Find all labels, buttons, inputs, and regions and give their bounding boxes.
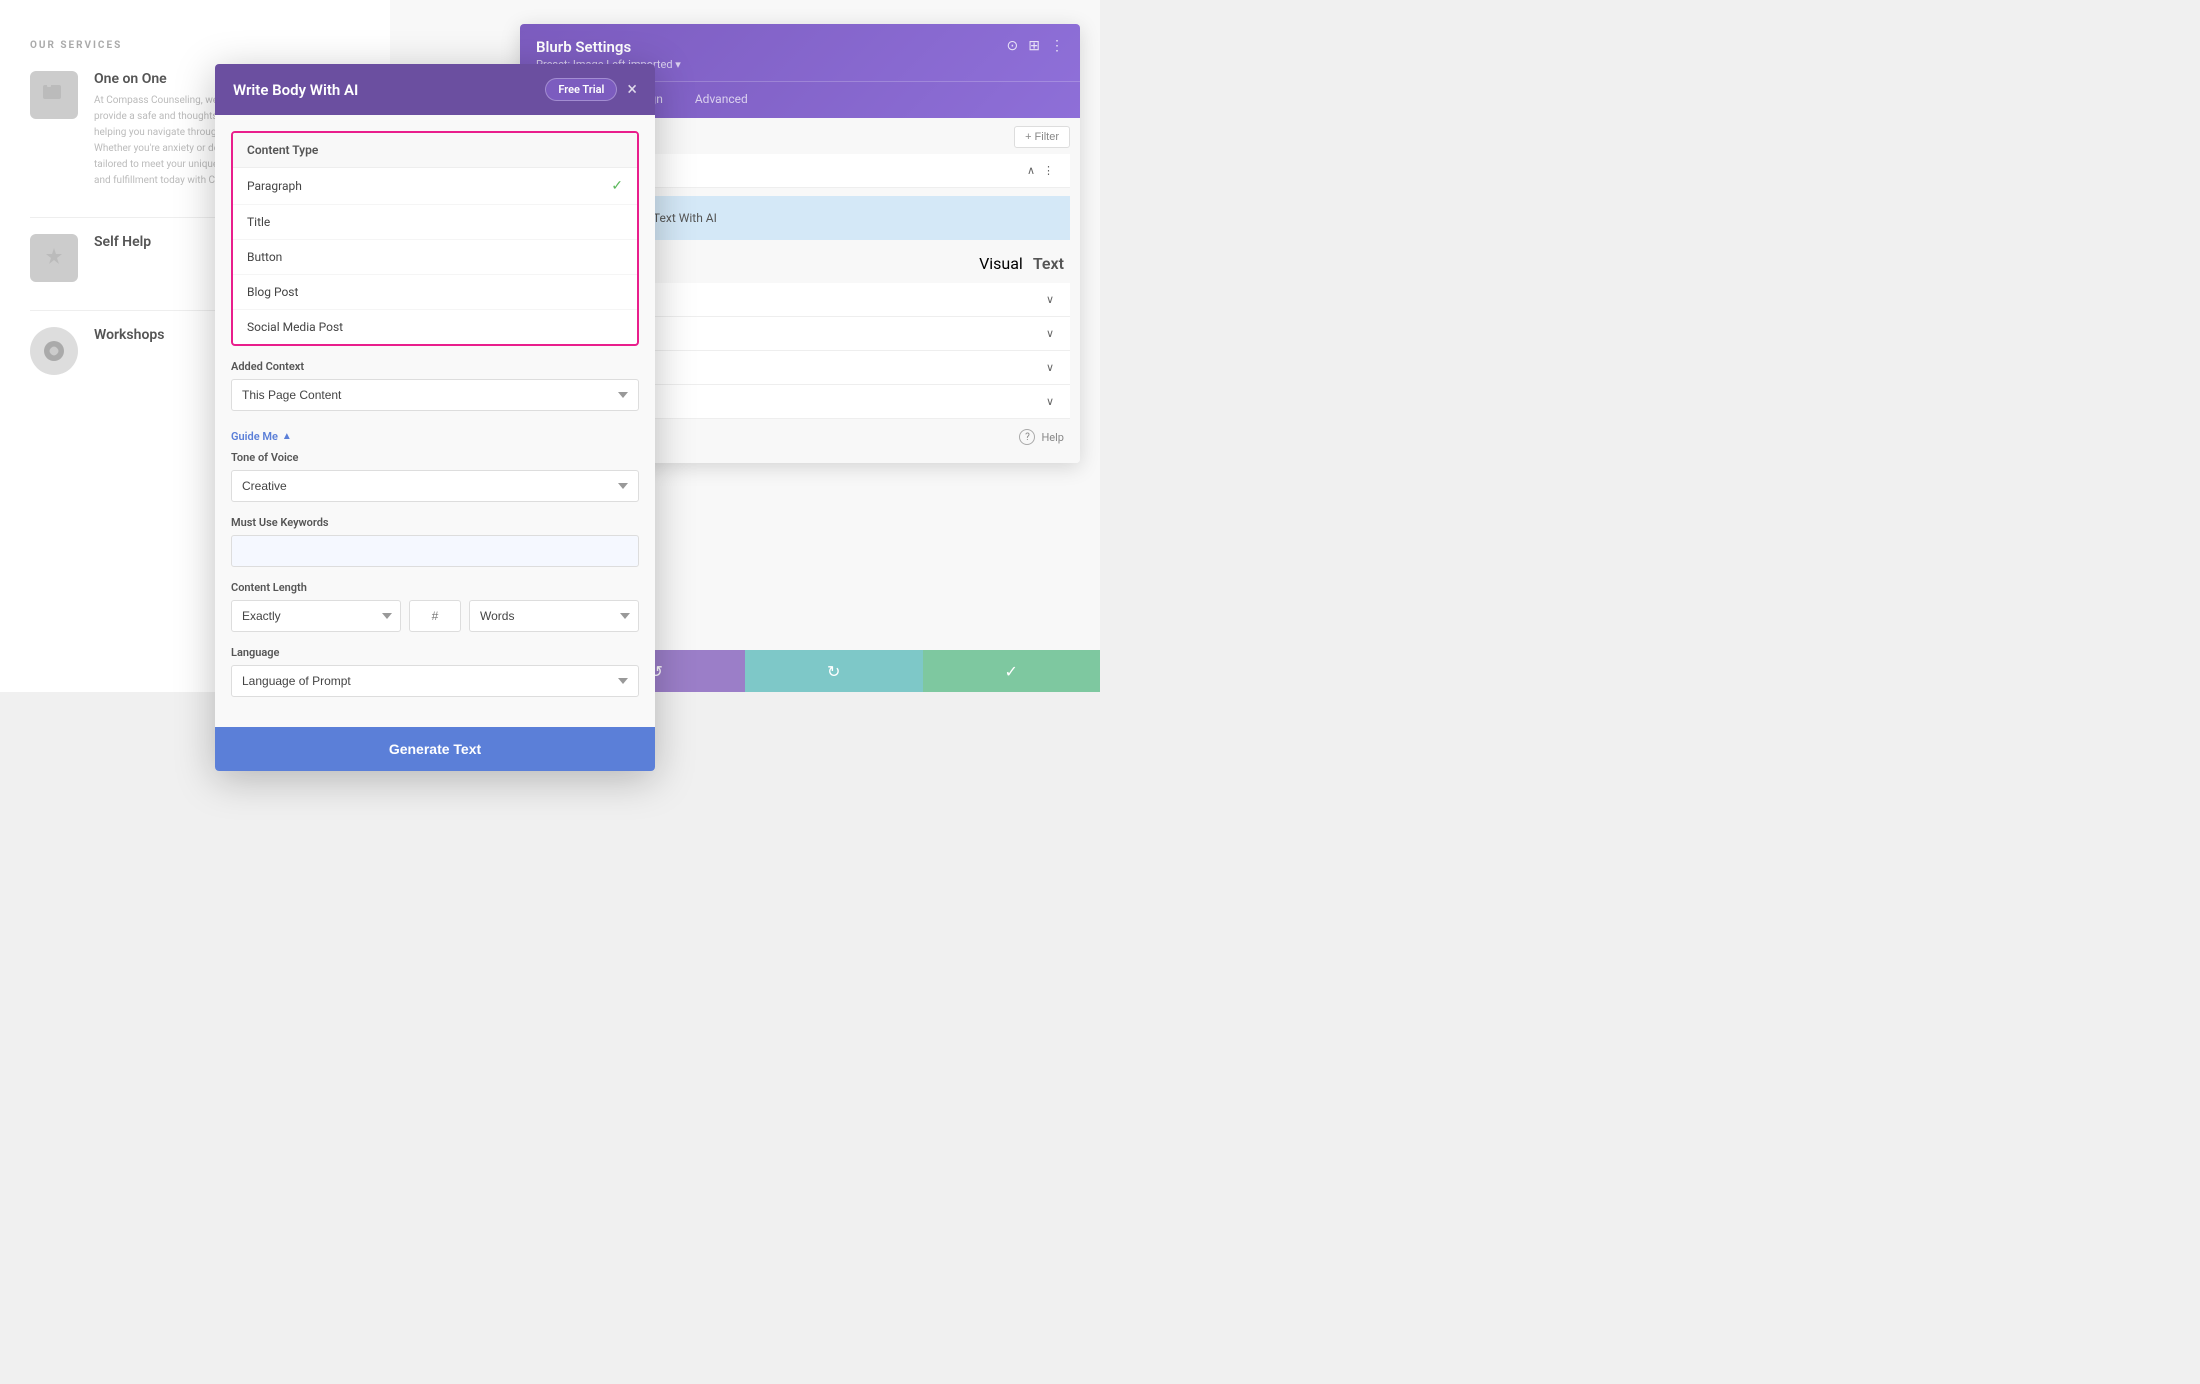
content-length-type-select[interactable]: Exactly (231, 600, 401, 632)
services-section-title: OUR SERVICES (30, 40, 360, 51)
help-label: Help (1041, 431, 1064, 444)
content-type-item-social-media[interactable]: Social Media Post (233, 310, 637, 344)
guide-me-label: Guide Me (231, 430, 278, 443)
write-ai-modal: Write Body With AI Free Trial × Content … (215, 64, 655, 771)
free-trial-badge[interactable]: Free Trial (545, 78, 617, 101)
tone-of-voice-group: Tone of Voice Creative (231, 451, 639, 502)
keywords-input[interactable] (231, 535, 639, 567)
content-type-item-blog-post[interactable]: Blog Post (233, 275, 637, 310)
collapse-chevron-2[interactable]: ∨ (1046, 293, 1054, 306)
modal-close-button[interactable]: × (627, 81, 637, 99)
service-content-self-help: Self Help (94, 234, 151, 256)
guide-me-arrow-icon: ▲ (282, 431, 292, 442)
content-type-label-social-media: Social Media Post (247, 320, 343, 334)
service-name-workshops: Workshops (94, 327, 164, 343)
language-select[interactable]: Language of Prompt (231, 665, 639, 697)
content-length-group: Content Length Exactly Words (231, 581, 639, 632)
service-icon-workshops (30, 327, 78, 375)
filter-button[interactable]: + Filter (1014, 126, 1070, 148)
check-icon-paragraph: ✓ (611, 178, 623, 194)
tab-text[interactable]: Text (1033, 254, 1064, 273)
content-type-label-title: Title (247, 215, 270, 229)
guide-me-link[interactable]: Guide Me ▲ (231, 430, 292, 443)
content-type-item-paragraph[interactable]: Paragraph ✓ (233, 168, 637, 205)
redo-icon: ↻ (827, 662, 840, 681)
modal-title: Write Body With AI (233, 81, 358, 99)
content-length-unit-select[interactable]: Words (469, 600, 639, 632)
collapse-chevron-up[interactable]: ∧ (1027, 164, 1035, 177)
added-context-group: Added Context This Page Content (231, 360, 639, 411)
save-icon: ✓ (1005, 662, 1018, 681)
modal-header-right: Free Trial × (545, 78, 637, 101)
added-context-label: Added Context (231, 360, 639, 373)
save-button[interactable]: ✓ (923, 650, 1101, 692)
blurb-settings-title: Blurb Settings (536, 38, 681, 56)
content-type-section: Content Type Paragraph ✓ Title Button Bl… (231, 131, 639, 346)
service-icon-self-help (30, 234, 78, 282)
blurb-header-icons: ⊙ ⊞ ⋮ (1007, 38, 1064, 54)
content-type-header: Content Type (233, 133, 637, 168)
service-icon-one-on-one (30, 71, 78, 119)
collapse-chevron-3[interactable]: ∨ (1046, 327, 1054, 340)
modal-header: Write Body With AI Free Trial × (215, 64, 655, 115)
content-length-label: Content Length (231, 581, 639, 594)
redo-button[interactable]: ↻ (745, 650, 923, 692)
added-context-select[interactable]: This Page Content (231, 379, 639, 411)
collapse-chevron-4[interactable]: ∨ (1046, 361, 1054, 374)
language-label: Language (231, 646, 639, 659)
collapse-more-1[interactable]: ⋮ (1043, 164, 1054, 177)
keywords-label: Must Use Keywords (231, 516, 639, 529)
content-length-number-input[interactable] (409, 600, 461, 632)
layout-icon[interactable]: ⊞ (1028, 38, 1040, 54)
tone-of-voice-label: Tone of Voice (231, 451, 639, 464)
modal-body: Content Type Paragraph ✓ Title Button Bl… (215, 115, 655, 727)
tab-advanced[interactable]: Advanced (679, 82, 764, 118)
content-type-item-button[interactable]: Button (233, 240, 637, 275)
content-type-label-button: Button (247, 250, 282, 264)
collapse-chevron-5[interactable]: ∨ (1046, 395, 1054, 408)
content-type-label-paragraph: Paragraph (247, 179, 302, 193)
service-content-workshops: Workshops (94, 327, 164, 349)
keywords-group: Must Use Keywords (231, 516, 639, 567)
content-type-item-title[interactable]: Title (233, 205, 637, 240)
service-name-self-help: Self Help (94, 234, 151, 250)
language-group: Language Language of Prompt (231, 646, 639, 697)
content-length-row: Exactly Words (231, 600, 639, 632)
help-circle-icon: ? (1019, 429, 1035, 445)
more-icon[interactable]: ⋮ (1050, 38, 1064, 54)
generate-text-button[interactable]: Generate Text (215, 727, 655, 771)
tab-visual[interactable]: Visual (979, 254, 1023, 273)
content-type-label-blog-post: Blog Post (247, 285, 298, 299)
focus-icon[interactable]: ⊙ (1007, 38, 1019, 54)
tone-of-voice-select[interactable]: Creative (231, 470, 639, 502)
content-type-list: Paragraph ✓ Title Button Blog Post Socia… (233, 168, 637, 344)
